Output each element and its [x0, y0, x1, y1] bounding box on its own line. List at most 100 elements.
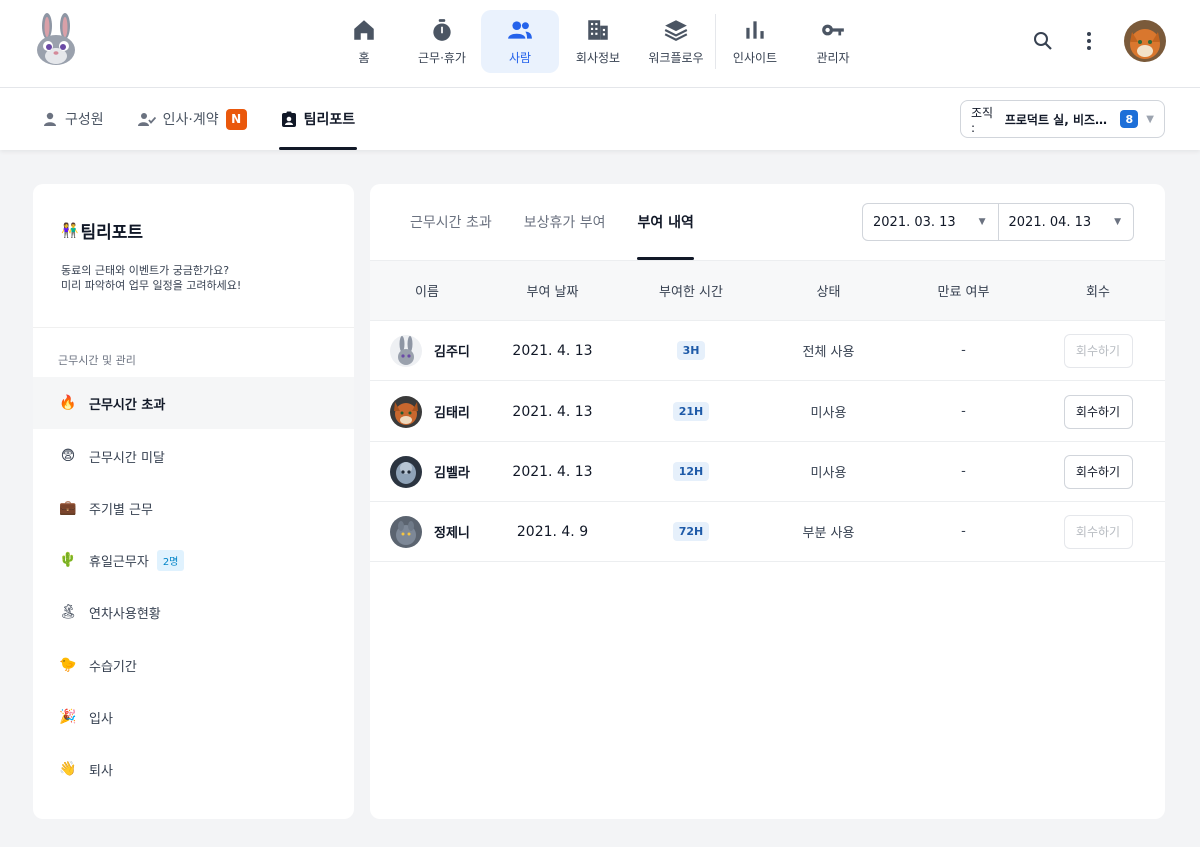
avatar — [390, 334, 422, 367]
main-panel: 근무시간 초과 보상휴가 부여 부여 내역 2021. 03. 13 ▼ 202… — [370, 184, 1165, 819]
sidebar-item-label: 주기별 근무 — [89, 502, 153, 518]
bar-chart-icon — [746, 21, 764, 39]
nav-company-info[interactable]: 회사정보 — [559, 10, 637, 73]
nav-workflow[interactable]: 워크플로우 — [637, 10, 715, 73]
expired-cell: - — [961, 404, 966, 419]
org-select[interactable]: 조직 : 프로덕트 실, 비즈… 8 ▼ — [960, 100, 1165, 138]
expired-cell: - — [961, 524, 966, 539]
nav-label: 워크플로우 — [648, 51, 704, 65]
grant-date: 2021. 4. 9 — [516, 523, 589, 540]
top-bar: 홈 근무·휴가 사람 회사정보 워크플로우 인사이트 관리자 — [0, 0, 1200, 88]
panel-tabs: 근무시간 초과 보상휴가 부여 부여 내역 — [410, 184, 726, 260]
sidebar-item-periodic-work[interactable]: 💼 주기별 근무 — [33, 482, 354, 534]
nav-people[interactable]: 사람 — [481, 10, 559, 73]
tab-label: 인사·계약 — [162, 112, 219, 128]
people-holding-hands-icon: 👫 — [61, 222, 79, 239]
nav-label: 인사이트 — [732, 51, 778, 65]
nav-label: 근무·휴가 — [418, 51, 466, 65]
nav-home[interactable]: 홈 — [325, 10, 403, 73]
sidebar-item-label: 입사 — [89, 711, 113, 727]
sidebar-item-label: 근무시간 미달 — [89, 450, 165, 466]
date-to-select[interactable]: 2021. 04. 13 ▼ — [997, 204, 1134, 240]
main-nav: 홈 근무·휴가 사람 회사정보 워크플로우 인사이트 관리자 — [325, 10, 872, 73]
column-header-name: 이름 — [415, 285, 439, 300]
column-header-recall: 회수 — [1086, 285, 1110, 300]
hours-badge: 12H — [672, 462, 710, 481]
nav-work-leave[interactable]: 근무·휴가 — [403, 10, 481, 73]
recall-button: 회수하기 — [1063, 333, 1133, 368]
tab-label: 구성원 — [65, 112, 104, 128]
recall-button[interactable]: 회수하기 — [1063, 394, 1133, 429]
sidebar-item-leaving[interactable]: 👋 퇴사 — [33, 743, 354, 795]
fire-icon: 🔥 — [59, 395, 77, 411]
party-popper-icon: 🎉 — [59, 709, 77, 725]
status-cell: 미사용 — [810, 406, 847, 421]
tab-comp-leave-grant[interactable]: 보상휴가 부여 — [524, 184, 606, 260]
more-vertical-icon[interactable] — [1078, 30, 1100, 52]
sidebar-description: 동료의 근태와 이벤트가 궁금한가요? 미리 파악하여 업무 일정을 고려하세요… — [61, 264, 242, 292]
sidebar-item-annual-leave[interactable]: 🏝 연차사용현황 — [33, 586, 354, 638]
sidebar-item-label: 수습기간 — [89, 659, 137, 675]
cactus-icon: 🌵 — [59, 552, 77, 568]
hours-badge: 72H — [672, 522, 710, 541]
sub-nav: 구성원 인사·계약 N 팀리포트 조직 : 프로덕트 실, 비즈… 8 ▼ — [0, 88, 1200, 150]
briefcase-icon: 💼 — [59, 500, 77, 516]
person-check-icon — [137, 113, 156, 126]
nav-admin[interactable]: 관리자 — [794, 10, 872, 73]
sidebar-item-joining[interactable]: 🎉 입사 — [33, 691, 354, 743]
tab-members[interactable]: 구성원 — [40, 88, 106, 150]
people-icon — [508, 21, 532, 39]
sub-tabs: 구성원 인사·계약 N 팀리포트 — [40, 88, 387, 150]
search-icon[interactable] — [1032, 30, 1054, 52]
building-icon — [588, 20, 608, 40]
chevron-down-icon: ▼ — [978, 217, 986, 227]
tab-label: 팀리포트 — [303, 112, 356, 128]
person-icon — [44, 112, 56, 126]
hours-cell: 21H — [621, 382, 761, 441]
nav-label: 홈 — [358, 51, 370, 65]
new-badge: N — [225, 108, 247, 130]
recall-button[interactable]: 회수하기 — [1063, 454, 1133, 489]
table-row: 김주디 2021. 4. 13 3H 전체 사용 - 회수하기 — [370, 321, 1165, 381]
home-icon — [354, 20, 374, 40]
column-header-hours: 부여한 시간 — [659, 285, 723, 300]
nav-label: 관리자 — [816, 51, 850, 65]
recall-button: 회수하기 — [1063, 514, 1133, 549]
name-cell: 김벨라 — [370, 442, 484, 501]
bunny-logo[interactable] — [34, 12, 80, 66]
sidebar-item-undertime[interactable]: 😨 근무시간 미달 — [33, 430, 354, 482]
date-from-value: 2021. 03. 13 — [873, 214, 956, 230]
sidebar-item-holiday-workers[interactable]: 🌵 휴일근무자 2명 — [33, 534, 354, 586]
hours-badge: 3H — [676, 341, 706, 360]
nav-label: 회사정보 — [575, 51, 621, 65]
grant-date: 2021. 4. 13 — [512, 463, 593, 480]
tab-team-report[interactable]: 팀리포트 — [278, 88, 358, 150]
table-row: 김태리 2021. 4. 13 21H 미사용 - 회수하기 — [370, 382, 1165, 442]
date-from-select[interactable]: 2021. 03. 13 ▼ — [863, 204, 998, 240]
tab-overtime[interactable]: 근무시간 초과 — [410, 184, 492, 260]
date-range-picker: 2021. 03. 13 ▼ 2021. 04. 13 ▼ — [862, 203, 1134, 241]
count-badge: 2명 — [156, 549, 185, 571]
sidebar-title: 👫 팀리포트 — [61, 222, 143, 244]
employee-name: 김주디 — [434, 345, 470, 360]
recall-cell: 회수하기 — [1031, 382, 1165, 441]
stopwatch-icon — [433, 19, 451, 41]
sidebar-item-overtime[interactable]: 🔥 근무시간 초과 — [33, 377, 354, 429]
org-count-badge: 8 — [1120, 110, 1139, 128]
nav-insight[interactable]: 인사이트 — [716, 10, 794, 73]
avatar — [390, 515, 422, 548]
user-avatar[interactable] — [1124, 20, 1166, 62]
id-badge-icon — [281, 111, 296, 127]
chevron-down-icon: ▼ — [1146, 113, 1154, 125]
table-row: 김벨라 2021. 4. 13 12H 미사용 - 회수하기 — [370, 442, 1165, 502]
sidebar-item-probation[interactable]: 🐤 수습기간 — [33, 639, 354, 691]
sidebar-divider — [33, 327, 354, 328]
employee-name: 김벨라 — [434, 466, 470, 481]
table-row: 정제니 2021. 4. 9 72H 부분 사용 - 회수하기 — [370, 502, 1165, 562]
status-cell: 부분 사용 — [802, 526, 855, 541]
tab-hr-contract[interactable]: 인사·계약 N — [136, 88, 249, 150]
tab-grant-history[interactable]: 부여 내역 — [637, 184, 695, 260]
avatar — [390, 455, 422, 488]
table-header: 이름 부여 날짜 부여한 시간 상태 만료 여부 회수 — [370, 260, 1165, 321]
nav-label: 사람 — [508, 51, 532, 65]
